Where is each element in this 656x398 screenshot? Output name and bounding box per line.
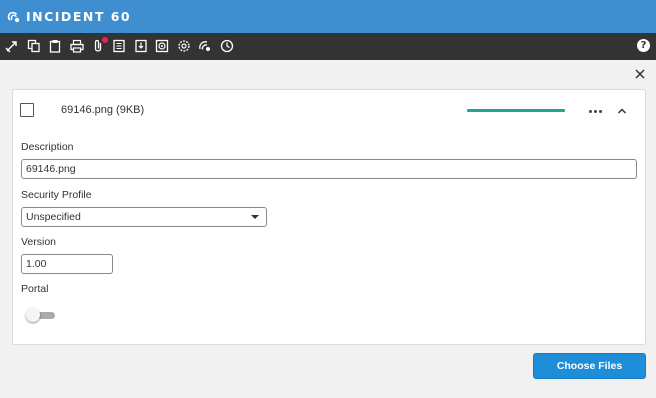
- close-icon[interactable]: [634, 68, 646, 80]
- help-icon[interactable]: ?: [637, 39, 650, 52]
- chevron-up-icon[interactable]: [616, 105, 628, 117]
- copy-icon[interactable]: [26, 38, 42, 54]
- security-profile-label: Security Profile: [21, 189, 92, 201]
- version-field[interactable]: 1.00: [21, 254, 113, 274]
- more-options-icon[interactable]: [586, 104, 604, 118]
- page-title: INCIDENT 60: [26, 9, 132, 24]
- portal-toggle-knob: [26, 308, 40, 322]
- security-profile-select[interactable]: Unspecified: [21, 207, 267, 227]
- document-download-icon[interactable]: [133, 38, 149, 54]
- print-icon[interactable]: [69, 38, 85, 54]
- upload-progress-bar: [467, 109, 565, 112]
- signal-icon[interactable]: [197, 38, 213, 54]
- document-icon[interactable]: [111, 38, 127, 54]
- description-field[interactable]: 69146.png: [21, 159, 637, 179]
- app-logo-icon: [7, 11, 20, 22]
- toolbar: ?: [0, 33, 656, 60]
- attachment-badge: [102, 37, 108, 43]
- attachment-filename: 69146.png (9KB): [61, 104, 145, 116]
- clipboard-icon[interactable]: [47, 38, 63, 54]
- chevron-down-icon: [251, 215, 259, 219]
- version-label: Version: [21, 236, 57, 248]
- portal-toggle[interactable]: [26, 308, 56, 322]
- settings-icon[interactable]: [176, 38, 192, 54]
- clock-icon[interactable]: [219, 38, 235, 54]
- portal-label: Portal: [21, 283, 49, 295]
- security-profile-value: Unspecified: [26, 211, 81, 223]
- bullet-icon[interactable]: [4, 38, 20, 54]
- attachment-checkbox[interactable]: [20, 103, 34, 117]
- title-bar: INCIDENT 60: [0, 0, 656, 33]
- choose-files-button[interactable]: Choose Files: [533, 353, 646, 379]
- description-label: Description: [21, 141, 74, 153]
- target-icon[interactable]: [154, 38, 170, 54]
